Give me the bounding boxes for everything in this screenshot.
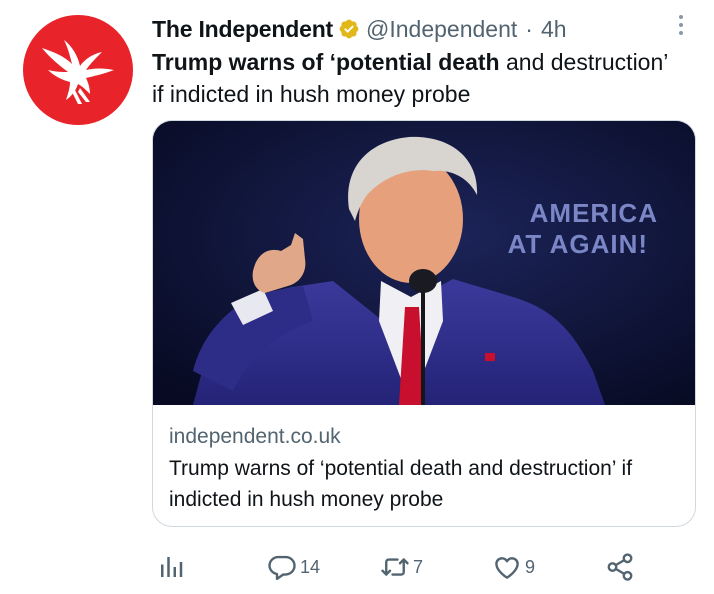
display-name[interactable]: The Independent: [152, 16, 333, 43]
retweet-count: 7: [413, 556, 424, 577]
like-icon: [495, 557, 519, 579]
card-title: Trump warns of ‘potential death and dest…: [169, 457, 633, 511]
timestamp[interactable]: 4h: [541, 16, 567, 43]
eagle-logo-icon: [42, 40, 114, 104]
action-bar: 14 7 9: [152, 550, 652, 584]
reply-button[interactable]: 14: [267, 550, 320, 584]
reply-count: 14: [300, 556, 321, 577]
verified-badge-icon: [338, 18, 360, 40]
tweet-header: The Independent @Independent · 4h: [152, 14, 672, 44]
separator: ·: [525, 15, 533, 42]
share-button[interactable]: [605, 550, 635, 584]
handle[interactable]: @Independent: [366, 16, 517, 43]
reply-icon: [268, 555, 296, 581]
retweet-icon: [381, 558, 409, 576]
like-count: 9: [525, 556, 536, 577]
tweet-text-bold: Trump warns of ‘potential death: [152, 49, 500, 75]
card-domain: independent.co.uk: [169, 425, 341, 448]
share-icon: [607, 553, 633, 581]
like-button[interactable]: 9: [492, 550, 535, 584]
retweet-button[interactable]: 7: [380, 550, 423, 584]
tweet-text: Trump warns of ‘potential death and dest…: [152, 46, 672, 110]
card-image[interactable]: AMERICA AT AGAIN!: [153, 121, 695, 405]
more-options-icon[interactable]: [671, 10, 691, 40]
banner-text-line2: AT AGAIN!: [508, 229, 648, 259]
link-card[interactable]: AMERICA AT AGAIN! independent.co.uk Trum…: [152, 120, 696, 527]
analytics-button[interactable]: [156, 550, 186, 584]
avatar[interactable]: [23, 15, 133, 125]
analytics-icon: [161, 557, 183, 577]
banner-text-line1: AMERICA: [530, 198, 658, 228]
